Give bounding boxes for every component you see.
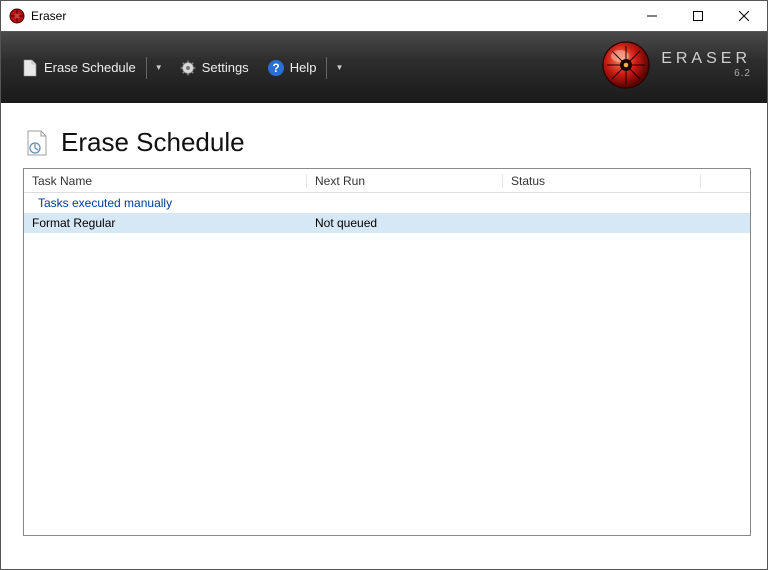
erase-schedule-dropdown[interactable]: ▼ xyxy=(151,63,167,72)
close-button[interactable] xyxy=(721,1,767,31)
brand-name: ERASER xyxy=(661,51,751,67)
help-button[interactable]: ? Help xyxy=(261,55,323,81)
column-next-run[interactable]: Next Run xyxy=(307,174,503,188)
page-document-icon xyxy=(23,129,51,157)
task-row[interactable]: Format Regular Not queued xyxy=(24,213,750,233)
list-body[interactable]: Tasks executed manually Format Regular N… xyxy=(24,193,750,535)
brand-version: 6.2 xyxy=(734,69,751,79)
app-toolbar: Erase Schedule ▼ Settings ? Help ▼ xyxy=(1,31,767,103)
window-controls xyxy=(629,1,767,31)
erase-schedule-button[interactable]: Erase Schedule xyxy=(15,55,142,81)
column-status[interactable]: Status xyxy=(503,174,701,188)
list-header: Task Name Next Run Status xyxy=(24,169,750,193)
gear-icon xyxy=(179,59,197,77)
maximize-button[interactable] xyxy=(675,1,721,31)
help-icon: ? xyxy=(267,59,285,77)
settings-label: Settings xyxy=(202,60,249,75)
schedule-list: Task Name Next Run Status Tasks executed… xyxy=(23,168,751,536)
help-dropdown[interactable]: ▼ xyxy=(331,63,347,72)
erase-schedule-label: Erase Schedule xyxy=(44,60,136,75)
task-name-cell: Format Regular xyxy=(24,216,307,230)
column-task-name[interactable]: Task Name xyxy=(24,174,307,188)
brand-area: ERASER 6.2 xyxy=(601,40,751,90)
brand-text: ERASER 6.2 xyxy=(661,51,751,79)
group-row[interactable]: Tasks executed manually xyxy=(24,193,750,213)
eraser-logo-icon xyxy=(601,40,651,90)
minimize-button[interactable] xyxy=(629,1,675,31)
window-title: Eraser xyxy=(31,9,66,23)
svg-text:?: ? xyxy=(272,61,279,75)
app-icon xyxy=(9,8,25,24)
task-nextrun-cell: Not queued xyxy=(307,216,503,230)
separator xyxy=(146,57,147,79)
content-area: Erase Schedule Task Name Next Run Status… xyxy=(1,103,767,569)
help-label: Help xyxy=(290,60,317,75)
window-titlebar: Eraser xyxy=(1,1,767,31)
separator xyxy=(326,57,327,79)
settings-button[interactable]: Settings xyxy=(173,55,255,81)
document-icon xyxy=(21,59,39,77)
page-header: Erase Schedule xyxy=(23,127,751,158)
page-title: Erase Schedule xyxy=(61,127,245,158)
